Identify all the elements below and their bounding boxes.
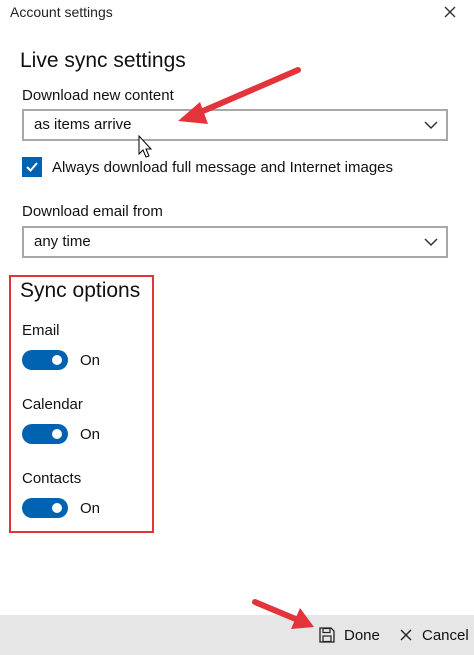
email-toggle-state: On bbox=[80, 352, 101, 369]
done-label: Done bbox=[344, 626, 380, 644]
download-email-from-label: Download email from bbox=[22, 203, 163, 220]
close-button[interactable] bbox=[440, 2, 460, 22]
live-sync-heading: Live sync settings bbox=[20, 49, 186, 72]
contacts-toggle-state: On bbox=[80, 500, 101, 517]
download-new-content-dropdown[interactable]: as items arrive bbox=[22, 109, 448, 141]
download-new-content-label: Download new content bbox=[22, 87, 174, 104]
cancel-label: Cancel bbox=[422, 626, 469, 644]
always-download-row: Always download full message and Interne… bbox=[22, 156, 393, 178]
save-icon bbox=[319, 627, 335, 643]
sync-options-heading: Sync options bbox=[20, 279, 141, 302]
always-download-label: Always download full message and Interne… bbox=[52, 158, 394, 176]
cancel-icon bbox=[400, 629, 412, 641]
command-bar: Done Cancel bbox=[0, 615, 474, 655]
close-icon bbox=[444, 6, 456, 18]
download-email-from-dropdown[interactable]: any time bbox=[22, 226, 448, 258]
window-title: Account settings bbox=[10, 4, 113, 20]
contacts-toggle-label: Contacts bbox=[22, 470, 82, 487]
cancel-button[interactable]: Cancel bbox=[398, 615, 469, 655]
toggle-knob bbox=[52, 429, 62, 439]
calendar-toggle[interactable] bbox=[22, 424, 68, 444]
done-button[interactable]: Done bbox=[318, 615, 380, 655]
toggle-knob bbox=[52, 503, 62, 513]
download-new-content-value: as items arrive bbox=[34, 116, 132, 133]
checkmark-icon bbox=[26, 162, 38, 172]
title-bar: Account settings bbox=[0, 0, 474, 26]
email-toggle[interactable] bbox=[22, 350, 68, 370]
email-toggle-label: Email bbox=[22, 322, 60, 339]
calendar-toggle-state: On bbox=[80, 426, 101, 443]
download-email-from-value: any time bbox=[34, 233, 91, 250]
chevron-down-icon bbox=[424, 238, 438, 247]
calendar-toggle-label: Calendar bbox=[22, 396, 83, 413]
always-download-checkbox[interactable] bbox=[22, 157, 42, 177]
contacts-toggle[interactable] bbox=[22, 498, 68, 518]
chevron-down-icon bbox=[424, 121, 438, 130]
toggle-knob bbox=[52, 355, 62, 365]
